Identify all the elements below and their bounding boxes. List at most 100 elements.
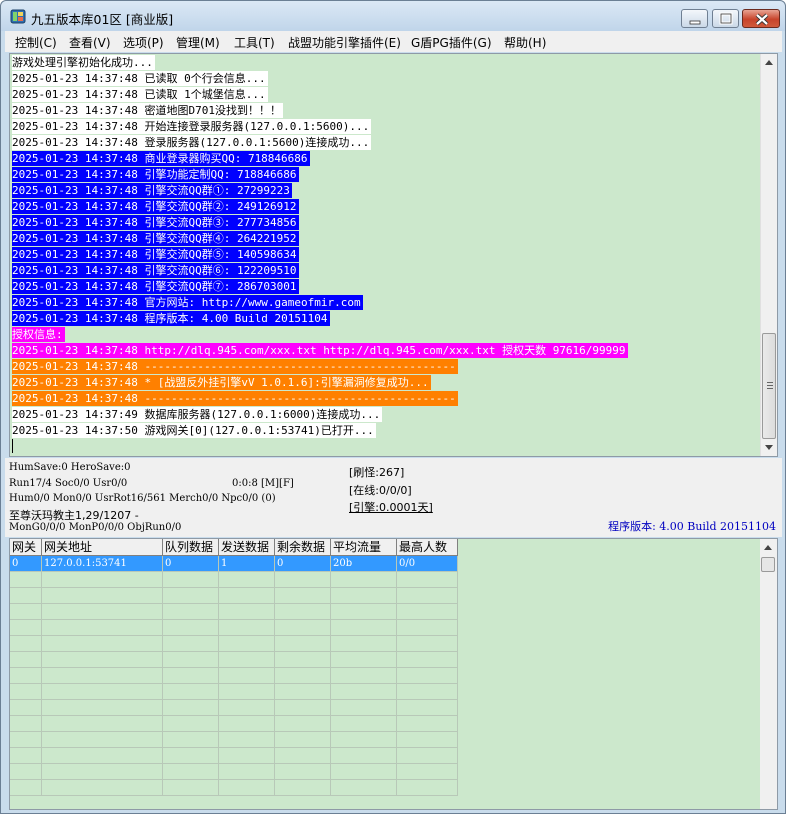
table-cell xyxy=(219,684,275,700)
menu-engine-plugin[interactable]: 战盟功能引擎插件(E) xyxy=(288,34,401,51)
log-line: 2025-01-23 14:37:48 引擎交流QQ群③: 277734856 xyxy=(12,215,299,230)
log-line: 游戏处理引擎初始化成功... xyxy=(12,55,155,70)
scroll-down-icon[interactable] xyxy=(761,439,777,456)
table-cell xyxy=(42,588,163,604)
human-status: Hum0/0 Mon0/0 UsrRot16/561 Merch0/0 Npc0… xyxy=(9,493,276,504)
table-cell: 0 xyxy=(163,556,219,572)
table-cell xyxy=(275,668,331,684)
table-cell xyxy=(10,636,42,652)
table-cell xyxy=(219,668,275,684)
table-cell xyxy=(275,700,331,716)
table-cell xyxy=(219,572,275,588)
log-line: 2025-01-23 14:37:48 开始连接登录服务器(127.0.0.1:… xyxy=(12,119,372,134)
table-cell xyxy=(42,780,163,796)
table-cell xyxy=(397,636,458,652)
table-cell xyxy=(275,604,331,620)
log-scroll-thumb[interactable] xyxy=(762,333,776,439)
close-button[interactable] xyxy=(742,9,780,28)
table-cell xyxy=(10,764,42,780)
table-cell xyxy=(10,780,42,796)
log-line: 2025-01-23 14:37:48 程序版本: 4.00 Build 201… xyxy=(12,311,330,326)
table-cell xyxy=(397,684,458,700)
log-line: 2025-01-23 14:37:48 --------------------… xyxy=(12,359,458,374)
log-line: 2025-01-23 14:37:48 http://dlq.945.com/x… xyxy=(12,343,628,358)
table-cell xyxy=(275,748,331,764)
table-cell xyxy=(219,604,275,620)
table-cell xyxy=(331,652,397,668)
table-cell xyxy=(219,764,275,780)
table-cell xyxy=(219,620,275,636)
status-panel: HumSave:0 HeroSave:0 Run17/4 Soc0/0 Usr0… xyxy=(5,458,782,537)
log-panel[interactable]: 游戏处理引擎初始化成功... 2025-01-23 14:37:48 已读取 0个… xyxy=(9,53,778,457)
menu-control[interactable]: 控制(C) xyxy=(15,34,57,51)
table-cell: 20b xyxy=(331,556,397,572)
uptime-status: 0:0:8 [M][F] xyxy=(232,478,294,489)
column-header[interactable]: 剩余数据 xyxy=(275,539,331,556)
menu-bar: 控制(C) 查看(V) 选项(P) 管理(M) 工具(T) 战盟功能引擎插件(E… xyxy=(5,31,782,52)
table-cell xyxy=(163,780,219,796)
table-cell xyxy=(331,748,397,764)
menu-options[interactable]: 选项(P) xyxy=(123,34,164,51)
column-header[interactable]: 发送数据 xyxy=(219,539,275,556)
table-cell xyxy=(163,748,219,764)
refresh-monster-status: [刷怪:267] xyxy=(349,466,405,479)
gateway-table[interactable]: 网关 网关地址 队列数据 发送数据 剩余数据 平均流量 最高人数 0 127.0.0.1:53… xyxy=(9,538,778,810)
table-cell xyxy=(42,716,163,732)
menu-view[interactable]: 查看(V) xyxy=(69,34,111,51)
log-line: 2025-01-23 14:37:48 --------------------… xyxy=(12,391,458,406)
table-cell xyxy=(163,620,219,636)
log-line: 2025-01-23 14:37:48 引擎交流QQ群⑥: 122209510 xyxy=(12,263,299,278)
maximize-icon xyxy=(719,12,733,25)
table-cell xyxy=(219,748,275,764)
table-cell xyxy=(163,572,219,588)
table-cell xyxy=(397,780,458,796)
column-header[interactable]: 队列数据 xyxy=(163,539,219,556)
table-cell xyxy=(275,684,331,700)
minimize-button[interactable] xyxy=(681,9,708,28)
table-cell xyxy=(331,668,397,684)
menu-gshield-plugin[interactable]: G盾PG插件(G) xyxy=(411,34,492,51)
log-scrollbar[interactable] xyxy=(760,54,777,456)
table-cell xyxy=(219,700,275,716)
menu-help[interactable]: 帮助(H) xyxy=(504,34,546,51)
table-cell xyxy=(42,572,163,588)
table-cell xyxy=(275,732,331,748)
table-cell xyxy=(219,732,275,748)
run-status: Run17/4 Soc0/0 Usr0/0 xyxy=(9,478,128,489)
log-line: 2025-01-23 14:37:50 游戏网关[0](127.0.0.1:53… xyxy=(12,423,376,438)
table-scroll-up-icon[interactable] xyxy=(760,539,776,556)
table-cell xyxy=(397,732,458,748)
menu-tools[interactable]: 工具(T) xyxy=(234,34,275,51)
table-cell xyxy=(331,636,397,652)
table-cell xyxy=(331,620,397,636)
close-icon xyxy=(755,13,769,26)
log-line: 2025-01-23 14:37:48 官方网站: http://www.gam… xyxy=(12,295,363,310)
table-cell xyxy=(10,748,42,764)
column-header[interactable]: 网关 xyxy=(10,539,42,556)
table-cell xyxy=(42,764,163,780)
table-cell xyxy=(219,780,275,796)
table-cell xyxy=(10,604,42,620)
scroll-up-icon[interactable] xyxy=(761,54,777,71)
column-header[interactable]: 网关地址 xyxy=(42,539,163,556)
log-line: 2025-01-23 14:37:48 引擎交流QQ群④: 264221952 xyxy=(12,231,299,246)
table-scrollbar[interactable] xyxy=(760,539,777,809)
maximize-button[interactable] xyxy=(712,9,739,28)
column-header[interactable]: 最高人数 xyxy=(397,539,458,556)
table-cell xyxy=(10,668,42,684)
table-cell xyxy=(42,636,163,652)
log-line: 2025-01-23 14:37:48 已读取 0个行会信息... xyxy=(12,71,268,86)
menu-manage[interactable]: 管理(M) xyxy=(176,34,220,51)
table-header: 网关 网关地址 队列数据 发送数据 剩余数据 平均流量 最高人数 xyxy=(10,539,458,556)
column-header[interactable]: 平均流量 xyxy=(331,539,397,556)
engine-status[interactable]: [引擎:0.0001天] xyxy=(349,499,433,515)
table-cell xyxy=(397,588,458,604)
table-cell: 0/0 xyxy=(397,556,458,572)
table-cell xyxy=(397,748,458,764)
table-cell xyxy=(397,652,458,668)
title-bar[interactable]: 九五版本库01区 [商业版] xyxy=(1,1,785,31)
table-cell xyxy=(331,716,397,732)
table-cell xyxy=(42,604,163,620)
table-scroll-thumb[interactable] xyxy=(761,557,775,572)
table-cell xyxy=(163,684,219,700)
